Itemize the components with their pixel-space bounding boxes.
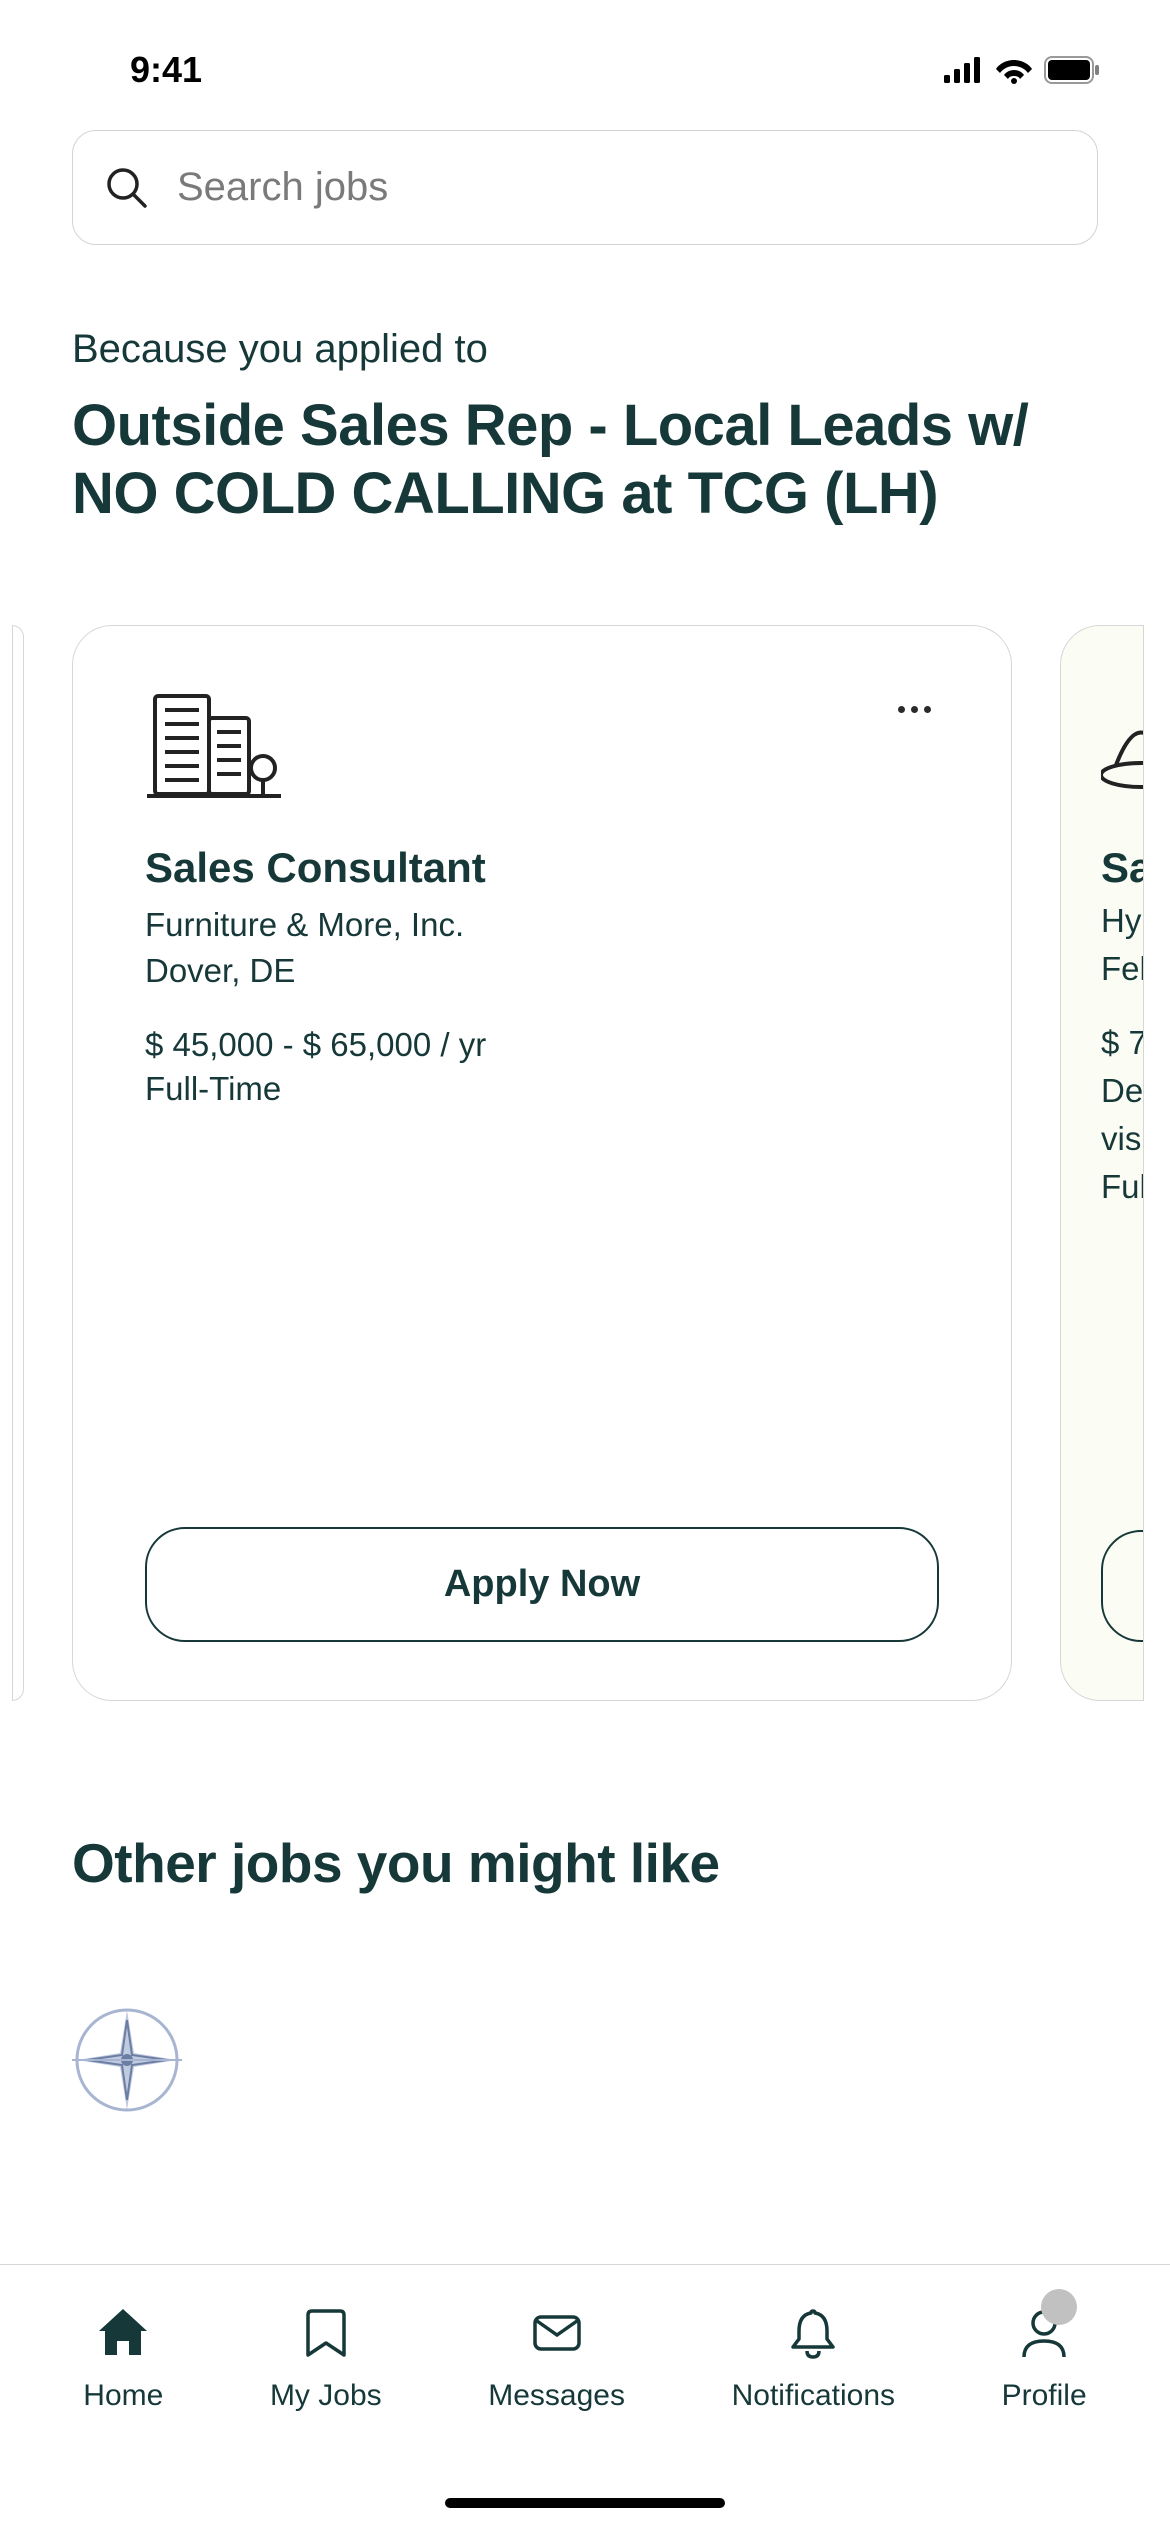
job-location: Dover, DE — [145, 952, 939, 990]
home-icon — [95, 2305, 151, 2361]
tab-profile[interactable]: Profile — [1002, 2305, 1087, 2413]
other-jobs-section: Other jobs you might like — [72, 1831, 1098, 2120]
job-type: Full-Time — [145, 1070, 939, 1108]
search-box[interactable] — [72, 130, 1098, 245]
apply-button[interactable]: Apply Now — [145, 1527, 939, 1642]
previous-card-peek[interactable] — [12, 625, 24, 1701]
tab-home[interactable]: Home — [83, 2305, 163, 2413]
tab-label: My Jobs — [270, 2379, 382, 2413]
cellular-signal-icon — [944, 57, 984, 83]
bottom-tab-bar: Home My Jobs Messages Notifications Prof… — [0, 2264, 1170, 2532]
recommendation-reason: Because you applied to Outside Sales Rep… — [72, 327, 1098, 529]
next-job-line: Ful — [1101, 1168, 1143, 1206]
job-card-more-button[interactable] — [890, 690, 939, 729]
home-indicator[interactable] — [445, 2498, 725, 2508]
compass-logo-icon — [72, 2005, 182, 2115]
job-card[interactable]: Sales Consultant Furniture & More, Inc. … — [72, 625, 1012, 1701]
status-bar: 9:41 — [0, 0, 1170, 110]
status-time: 9:41 — [130, 49, 202, 91]
search-icon — [105, 166, 149, 210]
next-job-title: Sa — [1101, 844, 1143, 892]
job-cards-carousel[interactable]: Sales Consultant Furniture & More, Inc. … — [12, 625, 1158, 1701]
tab-label: Profile — [1002, 2379, 1087, 2413]
next-card-peek[interactable]: Sa Hy Fel $ 7 De vis Ful — [1060, 625, 1144, 1701]
job-title: Sales Consultant — [145, 844, 939, 892]
tab-messages[interactable]: Messages — [488, 2305, 625, 2413]
reason-label: Because you applied to — [72, 327, 1098, 372]
mail-icon — [529, 2305, 585, 2361]
job-company: Furniture & More, Inc. — [145, 906, 939, 944]
tab-label: Messages — [488, 2379, 625, 2413]
job-salary: $ 45,000 - $ 65,000 / yr — [145, 1026, 939, 1064]
wifi-icon — [996, 56, 1032, 84]
tab-label: Home — [83, 2379, 163, 2413]
reason-title: Outside Sales Rep - Local Leads w/ NO CO… — [72, 392, 1098, 529]
next-job-line: Fel — [1101, 950, 1143, 988]
company-building-icon — [145, 690, 285, 800]
tab-notifications[interactable]: Notifications — [732, 2305, 895, 2413]
next-job-line: vis — [1101, 1120, 1143, 1158]
search-input[interactable] — [177, 165, 1065, 210]
status-icons — [944, 56, 1100, 84]
next-job-line: Hy — [1101, 902, 1143, 940]
bell-icon — [785, 2305, 841, 2361]
other-jobs-title: Other jobs you might like — [72, 1831, 1098, 1895]
battery-icon — [1044, 56, 1100, 84]
tab-my-jobs[interactable]: My Jobs — [270, 2305, 382, 2413]
notification-dot-icon — [1041, 2289, 1077, 2325]
bookmark-icon — [298, 2305, 354, 2361]
tab-label: Notifications — [732, 2379, 895, 2413]
next-job-salary: $ 7 — [1101, 1024, 1143, 1062]
next-apply-button[interactable] — [1101, 1530, 1144, 1642]
next-job-line: De — [1101, 1072, 1143, 1110]
next-company-logo-icon — [1101, 690, 1144, 800]
